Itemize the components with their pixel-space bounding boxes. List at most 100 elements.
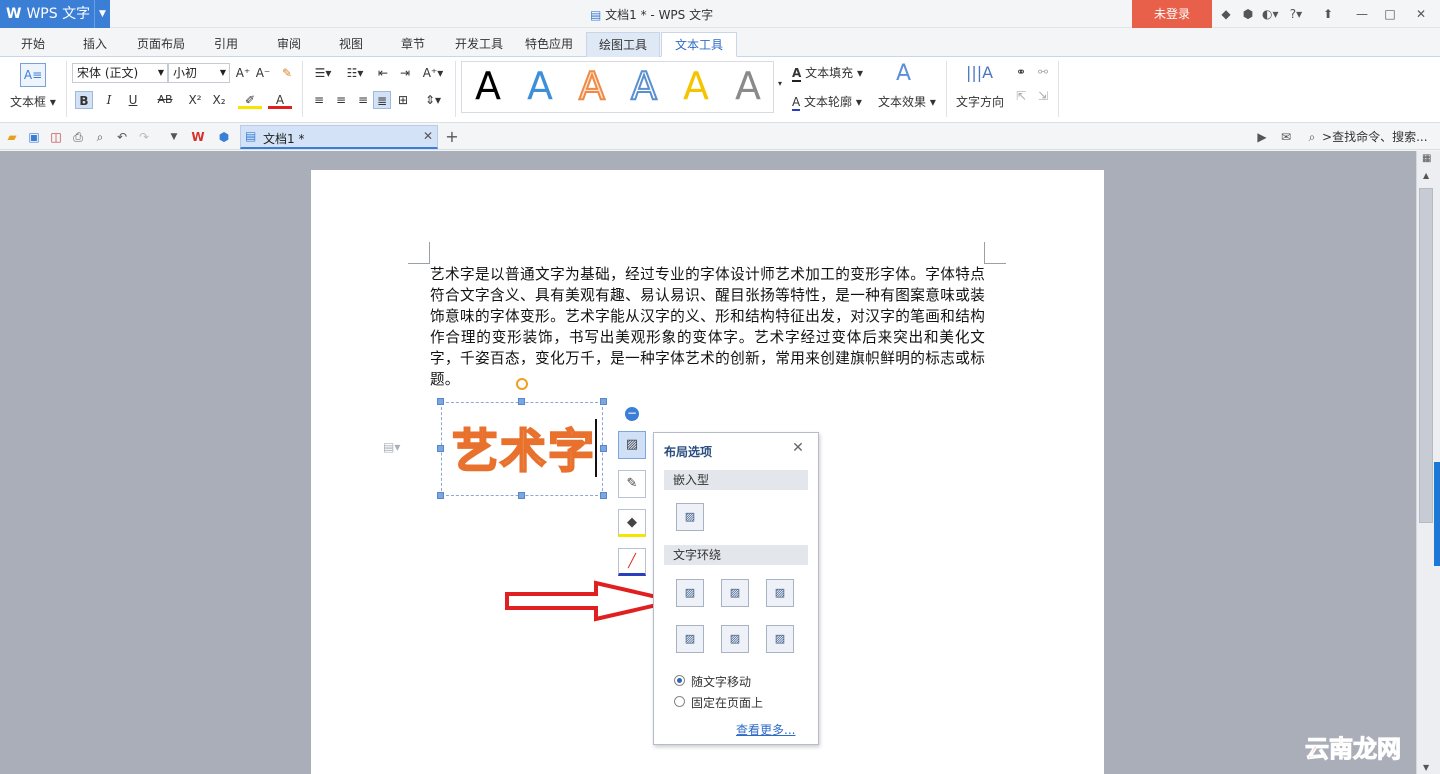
- document-tab[interactable]: ▤ 文档1 * ✕: [240, 125, 438, 149]
- textbox-button[interactable]: 文本框 ▾: [10, 93, 56, 110]
- resize-handle[interactable]: [518, 398, 525, 405]
- print-icon[interactable]: ⎙: [70, 129, 86, 145]
- text-style-gold[interactable]: A: [676, 66, 716, 106]
- clear-format-icon[interactable]: ✎: [278, 64, 296, 82]
- text-effect-icon[interactable]: A: [896, 61, 911, 86]
- superscript-button[interactable]: X²: [184, 91, 206, 109]
- subscript-button[interactable]: X₂: [208, 91, 230, 109]
- cloud-box-icon[interactable]: ⬢: [216, 129, 232, 145]
- body-paragraph[interactable]: 艺术字是以普通文字为基础，经过专业的字体设计师艺术加工的变形字体。字体特点符合文…: [430, 264, 985, 390]
- tab-chapter[interactable]: 章节: [390, 32, 436, 57]
- bullets-icon[interactable]: ☰▾: [310, 64, 336, 82]
- help-icon[interactable]: ?▾: [1288, 6, 1304, 22]
- wrap-through-option[interactable]: ▨: [766, 579, 794, 607]
- indent-icon[interactable]: ⇥: [396, 64, 414, 82]
- edit-shape-button[interactable]: ✎: [618, 470, 646, 498]
- tab-text-tools[interactable]: 文本工具: [661, 32, 737, 57]
- font-size-select[interactable]: 小初 ▼: [168, 63, 230, 83]
- wordart-textbox[interactable]: 艺术字: [441, 402, 603, 496]
- close-icon[interactable]: ✕: [1413, 6, 1429, 22]
- tab-view[interactable]: 视图: [328, 32, 374, 57]
- resize-handle[interactable]: [437, 398, 444, 405]
- resize-handle[interactable]: [600, 445, 607, 452]
- side-panel-tab[interactable]: [1434, 462, 1440, 566]
- tab-drawing-tools[interactable]: 绘图工具: [586, 32, 660, 57]
- resize-handle[interactable]: [600, 492, 607, 499]
- search-icon[interactable]: ⌕: [1304, 129, 1320, 145]
- minimize-icon[interactable]: —: [1354, 6, 1370, 22]
- print-preview-icon[interactable]: ⌕: [92, 129, 108, 145]
- export-pdf-icon[interactable]: ◫: [48, 129, 64, 145]
- fixed-on-page-radio[interactable]: [674, 696, 685, 707]
- align-right-icon[interactable]: ≡: [354, 91, 372, 109]
- wrap-tight-option[interactable]: ▨: [721, 579, 749, 607]
- save-icon[interactable]: ▣: [26, 129, 42, 145]
- text-style-blue-outline[interactable]: A: [624, 65, 664, 107]
- redo-icon[interactable]: ↷: [136, 129, 152, 145]
- text-outline-button[interactable]: A 文本轮廓 ▾: [792, 93, 862, 111]
- grow-font-icon[interactable]: A⁺: [234, 64, 252, 82]
- highlight-icon[interactable]: ✐: [238, 91, 262, 109]
- scroll-down-icon[interactable]: ▼: [1423, 763, 1429, 772]
- strikethrough-button[interactable]: AB: [152, 91, 178, 109]
- resize-handle[interactable]: [437, 445, 444, 452]
- next-textbox-icon[interactable]: ⇲: [1034, 87, 1052, 105]
- resize-handle[interactable]: [437, 492, 444, 499]
- tab-insert[interactable]: 插入: [70, 32, 120, 57]
- resize-handle[interactable]: [600, 398, 607, 405]
- wps-home-icon[interactable]: W: [190, 129, 206, 145]
- scroll-up-icon[interactable]: ▲: [1423, 171, 1429, 180]
- outdent-icon[interactable]: ⇤: [374, 64, 392, 82]
- numbering-icon[interactable]: ☷▾: [342, 64, 368, 82]
- tab-features[interactable]: 特色应用: [518, 32, 580, 57]
- underline-button[interactable]: U: [124, 91, 142, 109]
- text-style-gray[interactable]: A: [728, 66, 768, 106]
- command-search[interactable]: >查找命令、搜索...: [1322, 128, 1428, 145]
- shape-outline-button[interactable]: ╱: [618, 548, 646, 576]
- wrap-behind-text-option[interactable]: ▨: [721, 625, 749, 653]
- login-button[interactable]: 未登录: [1132, 0, 1212, 28]
- font-name-select[interactable]: 宋体 (正文) ▼: [72, 63, 168, 83]
- chevron-down-icon[interactable]: ▼: [94, 0, 110, 28]
- italic-button[interactable]: I: [100, 91, 118, 109]
- wrap-top-bottom-option[interactable]: ▨: [676, 625, 704, 653]
- undo-icon[interactable]: ↶: [114, 129, 130, 145]
- align-center-icon[interactable]: ≡: [332, 91, 350, 109]
- present-icon[interactable]: ▶: [1254, 129, 1270, 145]
- skin-icon[interactable]: ◆: [1218, 6, 1234, 22]
- tab-home[interactable]: 开始: [8, 32, 58, 57]
- document-page[interactable]: 艺术字是以普通文字为基础，经过专业的字体设计师艺术加工的变形字体。字体特点符合文…: [311, 170, 1104, 774]
- move-with-text-label[interactable]: 随文字移动: [691, 673, 751, 690]
- text-direction-button[interactable]: 文字方向: [956, 93, 1004, 110]
- text-style-black[interactable]: A: [468, 66, 508, 106]
- new-tab-icon[interactable]: +: [444, 129, 460, 145]
- tab-page-layout[interactable]: 页面布局: [130, 32, 192, 57]
- app-menu-button[interactable]: W WPS 文字 ▼: [0, 0, 110, 28]
- wordart-text[interactable]: 艺术字: [451, 415, 596, 481]
- shape-fill-button[interactable]: ◆: [618, 509, 646, 537]
- maximize-icon[interactable]: □: [1382, 6, 1398, 22]
- font-color-icon[interactable]: A: [268, 91, 292, 109]
- align-left-icon[interactable]: ≡: [310, 91, 328, 109]
- bold-button[interactable]: B: [75, 91, 93, 109]
- text-style-orange-outline[interactable]: A: [572, 65, 612, 107]
- tab-review[interactable]: 审阅: [266, 32, 312, 57]
- upload-icon[interactable]: ⬆: [1320, 6, 1336, 22]
- text-effect-button[interactable]: 文本效果 ▾: [878, 93, 936, 110]
- prev-textbox-icon[interactable]: ⇱: [1012, 87, 1030, 105]
- text-fill-button[interactable]: A 文本填充 ▾: [792, 64, 863, 82]
- shrink-font-icon[interactable]: A⁻: [254, 64, 272, 82]
- justify-icon[interactable]: ≣: [373, 91, 391, 109]
- textbox-icon[interactable]: A≡: [20, 63, 46, 87]
- scrollbar-thumb[interactable]: [1419, 188, 1433, 523]
- layout-inline-option[interactable]: ▨: [676, 503, 704, 531]
- move-with-text-radio[interactable]: [674, 675, 685, 686]
- see-more-link[interactable]: 查看更多...: [736, 721, 795, 738]
- rotate-handle-icon[interactable]: [516, 378, 528, 390]
- wrap-square-option[interactable]: ▨: [676, 579, 704, 607]
- text-style-gallery[interactable]: A A A A A A: [461, 61, 774, 113]
- line-spacing-icon[interactable]: ⇕▾: [420, 91, 446, 109]
- paragraph-marker-icon[interactable]: ▤▾: [383, 440, 400, 454]
- resize-handle[interactable]: [518, 492, 525, 499]
- break-link-icon[interactable]: ⚯: [1034, 63, 1052, 81]
